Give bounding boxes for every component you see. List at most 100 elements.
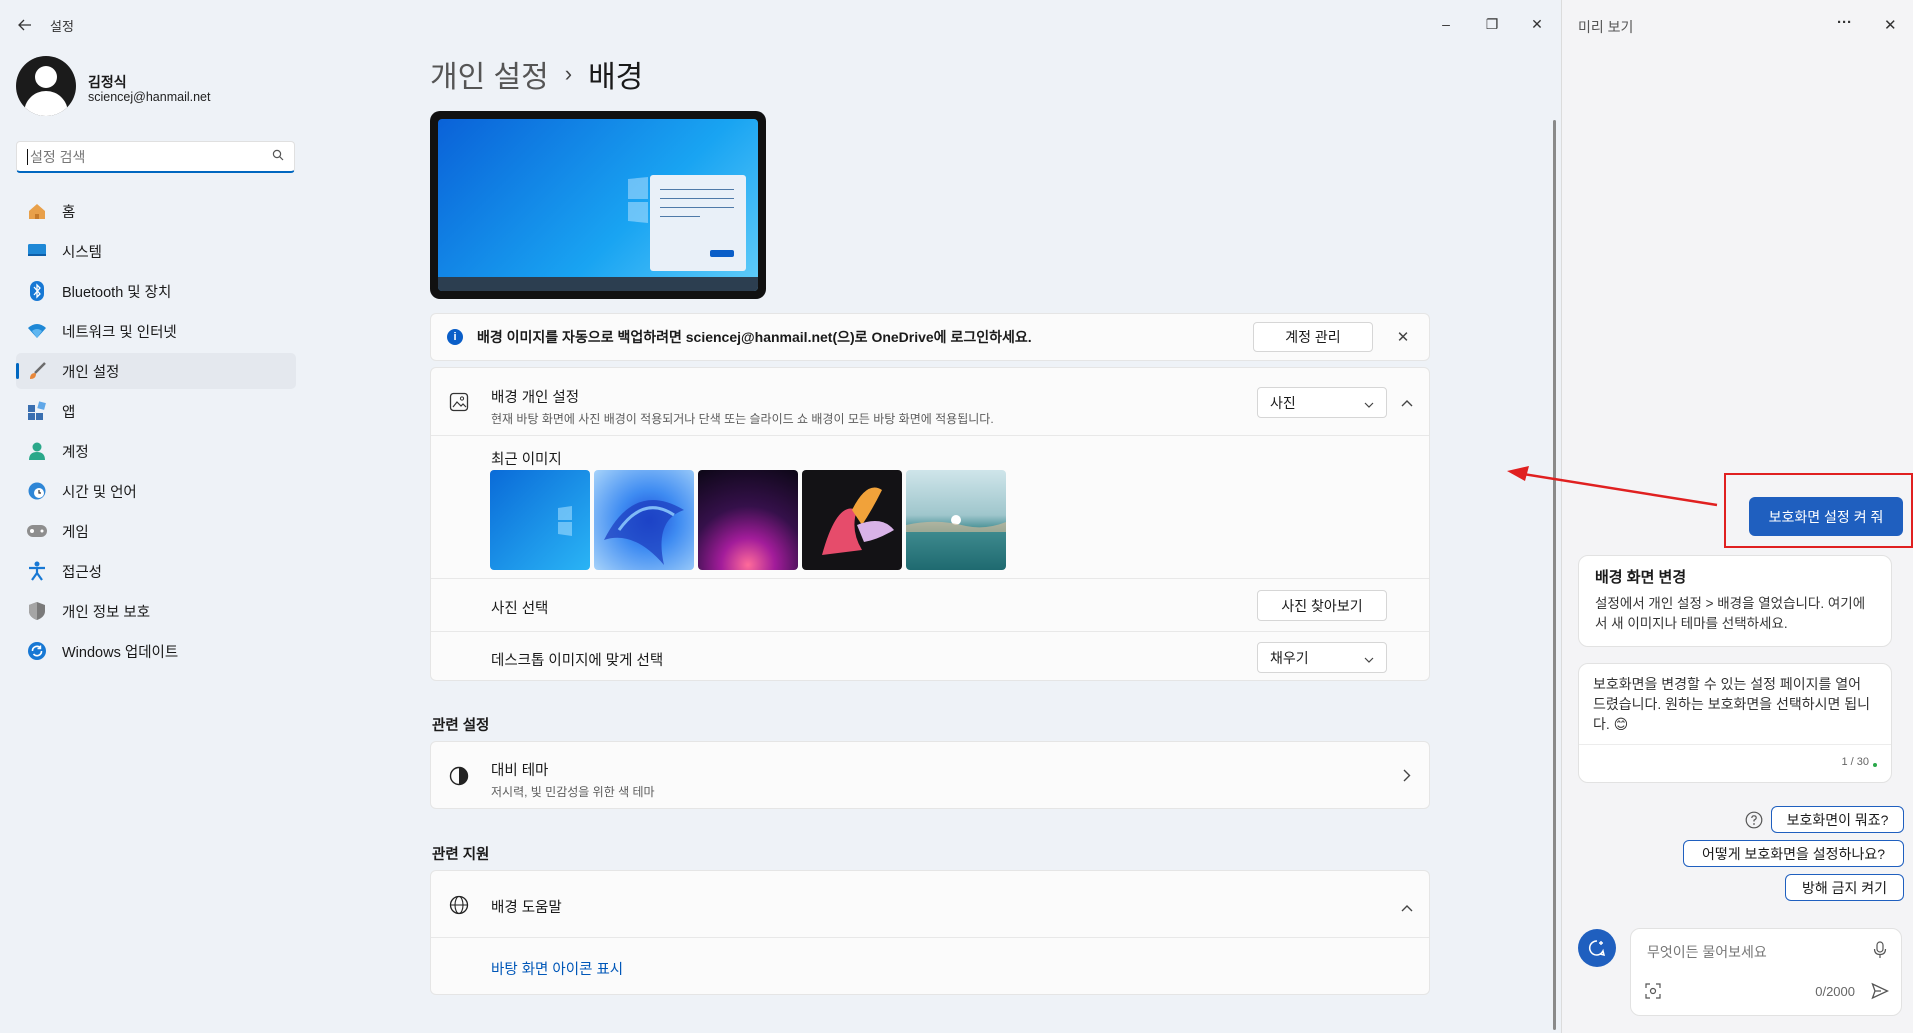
chevron-down-icon xyxy=(1364,395,1374,411)
suggestion-chip-3[interactable]: 방해 금지 켜기 xyxy=(1785,874,1904,901)
user-message-bubble: 보호화면 설정 켜 줘 xyxy=(1749,497,1903,536)
chat-input[interactable]: 무엇이든 물어보세요 xyxy=(1647,942,1767,962)
panel-close-icon[interactable]: ✕ xyxy=(1884,16,1897,34)
sidebar-item-accessibility[interactable]: 접근성 xyxy=(16,553,296,589)
assistant-reply-text: 보호화면을 변경할 수 있는 설정 페이지를 열어 드렸습니다. 원하는 보호화… xyxy=(1593,676,1871,732)
globe-clock-icon xyxy=(26,480,48,502)
recent-image-4[interactable] xyxy=(802,470,902,570)
search-placeholder: 설정 검색 xyxy=(30,148,86,165)
sidebar-item-windows-update[interactable]: Windows 업데이트 xyxy=(16,633,296,669)
back-arrow-icon xyxy=(18,19,31,31)
sidebar-item-label: 개인 설정 xyxy=(62,364,120,381)
page-title: 배경 xyxy=(588,61,644,94)
background-help-card: 배경 도움말 바탕 화면 아이콘 표시 xyxy=(430,870,1430,995)
chat-input-box[interactable]: 무엇이든 물어보세요 0/2000 xyxy=(1630,928,1902,1016)
choose-photo-label: 사진 선택 xyxy=(491,601,549,617)
recent-images-label: 최근 이미지 xyxy=(491,452,562,468)
user-name: 김정식 xyxy=(88,74,127,90)
sidebar-item-apps[interactable]: 앱 xyxy=(16,393,296,429)
scrollbar[interactable] xyxy=(1553,120,1556,1030)
bluetooth-icon xyxy=(26,280,48,302)
sidebar-item-label: 시간 및 언어 xyxy=(62,484,137,501)
panel-title: 미리 보기 xyxy=(1578,19,1634,35)
search-input[interactable]: 설정 검색 xyxy=(16,141,295,173)
sidebar-nav: 홈 시스템 Bluetooth 및 장치 네트워크 및 인터넷 개인 설정 앱 … xyxy=(16,193,296,673)
sidebar-item-label: 접근성 xyxy=(62,564,103,581)
image-icon xyxy=(449,392,469,416)
background-preview xyxy=(430,111,766,299)
brush-icon xyxy=(26,360,48,382)
background-type-value: 사진 xyxy=(1270,394,1296,411)
contrast-themes-row[interactable]: 대비 테마 저시력, 빛 민감성을 위한 색 테마 xyxy=(430,741,1430,809)
recent-image-2[interactable] xyxy=(594,470,694,570)
background-type-dropdown[interactable]: 사진 xyxy=(1257,387,1387,418)
recent-image-5[interactable] xyxy=(906,470,1006,570)
new-chat-button[interactable] xyxy=(1578,929,1616,967)
microphone-icon[interactable] xyxy=(1873,941,1887,963)
show-desktop-icons-link[interactable]: 바탕 화면 아이콘 표시 xyxy=(491,958,623,979)
accessibility-icon xyxy=(26,560,48,582)
sidebar-item-home[interactable]: 홈 xyxy=(16,193,296,229)
breadcrumb-separator: › xyxy=(564,61,573,86)
more-options-icon[interactable]: ··· xyxy=(1837,14,1852,31)
sidebar-item-network[interactable]: 네트워크 및 인터넷 xyxy=(16,313,296,349)
sidebar-item-label: Bluetooth 및 장치 xyxy=(62,284,172,301)
sidebar-item-label: 홈 xyxy=(62,204,76,221)
minimize-button[interactable]: – xyxy=(1424,8,1468,40)
background-help-title[interactable]: 배경 도움말 xyxy=(491,896,562,917)
sidebar-item-system[interactable]: 시스템 xyxy=(16,233,296,269)
background-title: 배경 개인 설정 xyxy=(491,390,580,406)
sidebar-item-accounts[interactable]: 계정 xyxy=(16,433,296,469)
chat-add-icon xyxy=(1588,940,1606,957)
contrast-subtitle: 저시력, 빛 민감성을 위한 색 테마 xyxy=(491,785,655,799)
close-button[interactable]: ✕ xyxy=(1515,8,1559,40)
chevron-up-icon[interactable] xyxy=(1401,899,1413,916)
sidebar-item-label: 시스템 xyxy=(62,244,103,261)
sidebar-item-bluetooth[interactable]: Bluetooth 및 장치 xyxy=(16,273,296,309)
suggestion-chip-1[interactable]: 보호화면이 뭐죠? xyxy=(1771,806,1904,833)
chevron-down-icon xyxy=(1364,650,1374,666)
sidebar-item-label: Windows 업데이트 xyxy=(62,644,179,661)
recent-image-3[interactable] xyxy=(698,470,798,570)
avatar[interactable] xyxy=(16,56,76,116)
contrast-icon xyxy=(449,766,469,790)
back-button[interactable] xyxy=(14,14,36,36)
sidebar-item-label: 개인 정보 보호 xyxy=(62,604,151,621)
contrast-title: 대비 테마 xyxy=(491,763,549,779)
result-card[interactable]: 배경 화면 변경 설정에서 개인 설정 > 배경을 열었습니다. 여기에서 새 … xyxy=(1578,555,1892,647)
fit-value: 채우기 xyxy=(1270,649,1309,666)
breadcrumb: 개인 설정 › 배경 xyxy=(430,52,643,96)
sidebar-item-label: 게임 xyxy=(62,524,89,541)
close-info-icon[interactable]: ✕ xyxy=(1393,328,1413,346)
annotation-arrow-icon xyxy=(1507,466,1718,507)
chevron-up-icon[interactable] xyxy=(1401,394,1413,411)
sidebar-item-time-language[interactable]: 시간 및 언어 xyxy=(16,473,296,509)
screenshot-icon[interactable] xyxy=(1645,983,1661,1003)
shield-icon xyxy=(26,600,48,622)
recent-image-1[interactable] xyxy=(490,470,590,570)
info-message: 배경 이미지를 자동으로 백업하려면 sciencej@hanmail.net(… xyxy=(477,329,1032,345)
monitor-icon xyxy=(26,240,48,262)
related-support-heading: 관련 지원 xyxy=(432,847,490,863)
assistant-reply: 보호화면을 변경할 수 있는 설정 페이지를 열어 드렸습니다. 원하는 보호화… xyxy=(1578,663,1892,783)
help-icon[interactable] xyxy=(1745,811,1763,833)
suggestion-chip-2[interactable]: 어떻게 보호화면을 설정하나요? xyxy=(1683,840,1904,867)
status-dot xyxy=(1873,763,1877,767)
update-icon xyxy=(26,640,48,662)
manage-account-button[interactable]: 계정 관리 xyxy=(1253,322,1373,352)
send-icon[interactable] xyxy=(1871,982,1890,1004)
char-count: 0/2000 xyxy=(1815,984,1855,999)
chevron-right-icon xyxy=(1403,769,1411,786)
breadcrumb-parent[interactable]: 개인 설정 xyxy=(430,52,549,96)
preview-dialog xyxy=(650,175,746,271)
fit-dropdown[interactable]: 채우기 xyxy=(1257,642,1387,673)
sidebar-item-personalization[interactable]: 개인 설정 xyxy=(16,353,296,389)
browse-photos-button[interactable]: 사진 찾아보기 xyxy=(1257,590,1387,621)
user-email: sciencej@hanmail.net xyxy=(88,90,211,104)
sidebar-item-privacy[interactable]: 개인 정보 보호 xyxy=(16,593,296,629)
message-counter: 1 / 30 xyxy=(1841,756,1869,768)
sidebar-item-gaming[interactable]: 게임 xyxy=(16,513,296,549)
onedrive-info-bar: i 배경 이미지를 자동으로 백업하려면 sciencej@hanmail.ne… xyxy=(430,313,1430,361)
maximize-button[interactable]: ❐ xyxy=(1470,8,1514,40)
gamepad-icon xyxy=(26,520,48,542)
